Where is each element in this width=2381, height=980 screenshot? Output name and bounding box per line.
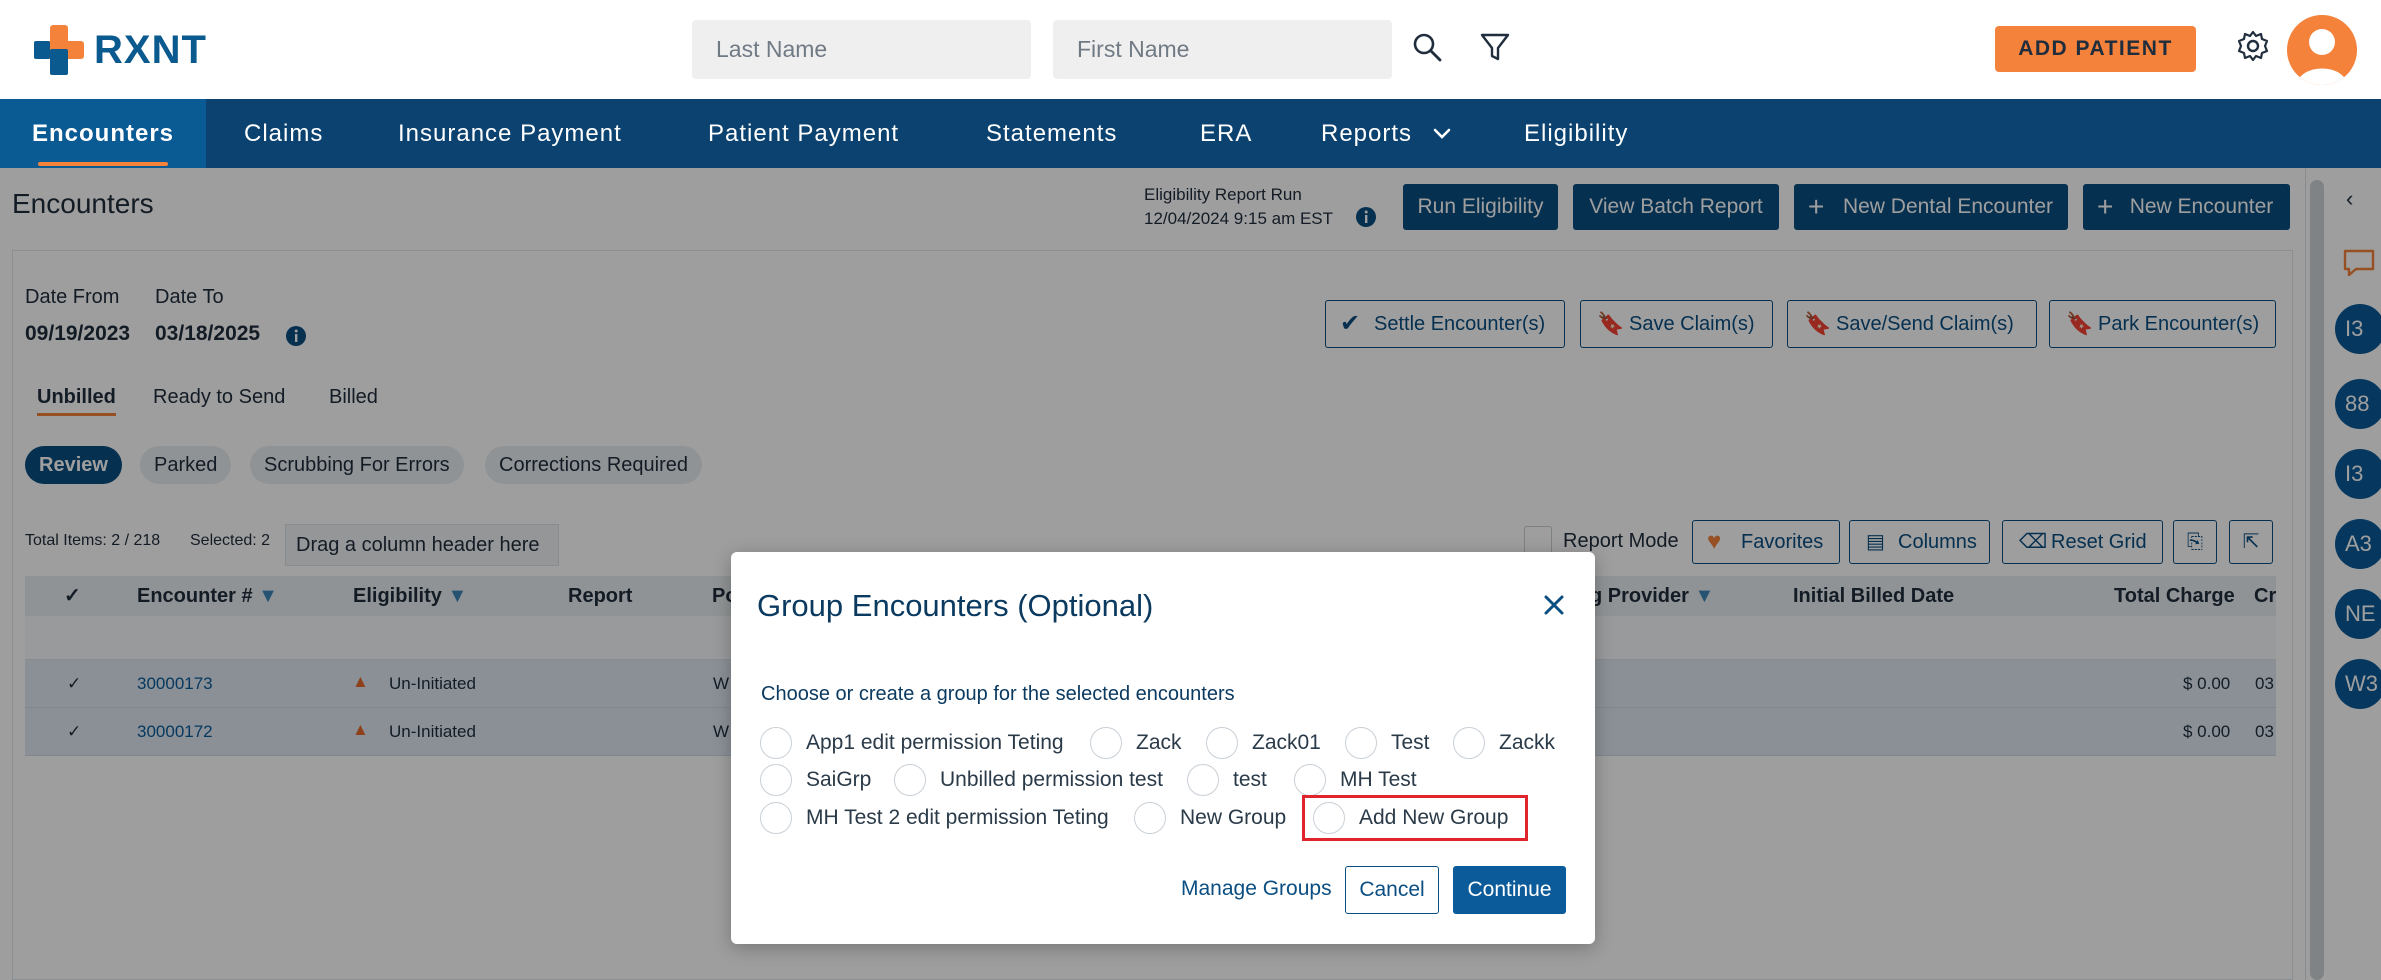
first-name-input[interactable]: First Name	[1053, 20, 1392, 79]
logo-text: RXNT	[94, 27, 207, 72]
group-option-label: Zackk	[1499, 731, 1556, 754]
radio-button[interactable]	[1294, 764, 1326, 796]
chevron-down-icon	[1433, 128, 1451, 139]
highlight-box	[1302, 795, 1528, 841]
user-icon	[2297, 29, 2347, 85]
manage-groups-link[interactable]: Manage Groups	[1181, 877, 1332, 901]
dialog-subtitle: Choose or create a group for the selecte…	[761, 683, 1235, 705]
group-option-label: test	[1233, 768, 1267, 791]
nav-encounters[interactable]: Encounters	[0, 99, 207, 168]
group-option-label: App1 edit permission Teting	[806, 731, 1064, 754]
group-encounters-dialog: Group Encounters (Optional) Choose or cr…	[731, 552, 1595, 944]
dialog-title: Group Encounters (Optional)	[757, 588, 1154, 623]
group-option-label: MH Test	[1340, 768, 1417, 791]
group-option-label: Test	[1391, 731, 1430, 754]
radio-button[interactable]	[760, 727, 792, 759]
group-option-label: Zack01	[1252, 731, 1321, 754]
group-option-label: SaiGrp	[806, 768, 872, 791]
gear-icon[interactable]	[2236, 29, 2270, 63]
nav-reports[interactable]: Reports	[1321, 99, 1452, 168]
nav-reports-label: Reports	[1321, 120, 1413, 147]
nav-claims[interactable]: Claims	[244, 99, 323, 168]
radio-button[interactable]	[760, 764, 792, 796]
group-option[interactable]: Test	[1345, 727, 1430, 759]
cancel-button[interactable]: Cancel	[1345, 866, 1439, 914]
radio-button[interactable]	[1345, 727, 1377, 759]
nav-eligibility[interactable]: Eligibility	[1524, 99, 1628, 168]
group-option-label: Unbilled permission test	[940, 768, 1163, 791]
nav-statements[interactable]: Statements	[986, 99, 1117, 168]
group-option-label: New Group	[1180, 806, 1287, 829]
group-option[interactable]: MH Test	[1294, 764, 1417, 796]
radio-button[interactable]	[894, 764, 926, 796]
group-option-label: MH Test 2 edit permission Teting	[806, 806, 1109, 829]
group-option[interactable]: Unbilled permission test	[894, 764, 1163, 796]
group-option[interactable]: MH Test 2 edit permission Teting	[760, 802, 1109, 834]
rxnt-logo[interactable]: RXNT	[32, 22, 207, 78]
group-option[interactable]: Zack	[1090, 727, 1182, 759]
user-avatar[interactable]	[2287, 15, 2357, 85]
radio-button[interactable]	[760, 802, 792, 834]
radio-button[interactable]	[1187, 764, 1219, 796]
radio-button[interactable]	[1134, 802, 1166, 834]
last-name-input[interactable]: Last Name	[692, 20, 1031, 79]
group-option[interactable]: New Group	[1134, 802, 1286, 834]
close-icon[interactable]	[1539, 590, 1569, 620]
nav-insurance-payment[interactable]: Insurance Payment	[398, 99, 622, 168]
group-option[interactable]: SaiGrp	[760, 764, 871, 796]
nav-patient-payment[interactable]: Patient Payment	[708, 99, 899, 168]
radio-button[interactable]	[1453, 727, 1485, 759]
group-option-label: Zack	[1136, 731, 1182, 754]
group-option[interactable]: Zackk	[1453, 727, 1555, 759]
main-nav: Encounters Claims Insurance Payment Pati…	[0, 99, 2381, 168]
group-option[interactable]: App1 edit permission Teting	[760, 727, 1064, 759]
radio-button[interactable]	[1206, 727, 1238, 759]
radio-button[interactable]	[1090, 727, 1122, 759]
nav-era[interactable]: ERA	[1200, 99, 1252, 168]
group-option[interactable]: test	[1187, 764, 1267, 796]
logo-cross-icon	[34, 25, 84, 75]
group-option[interactable]: Zack01	[1206, 727, 1321, 759]
add-patient-button[interactable]: ADD PATIENT	[1995, 26, 2196, 72]
search-icon[interactable]	[1410, 30, 1444, 64]
filter-icon[interactable]	[1478, 30, 1512, 64]
continue-button[interactable]: Continue	[1453, 866, 1566, 914]
top-header: RXNT Last Name First Name ADD PATIENT	[0, 0, 2381, 99]
